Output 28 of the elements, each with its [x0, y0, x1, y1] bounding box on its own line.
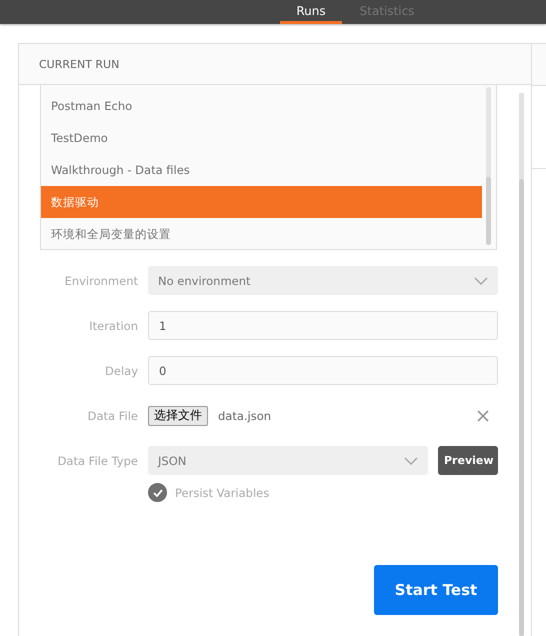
tab[interactable]: Runs — [280, 0, 342, 24]
data-file-type-select[interactable]: JSON — [148, 446, 428, 475]
file-name: data.json — [218, 408, 272, 422]
field-label: Iteration — [88, 318, 138, 332]
checkbox-label: Persist Variables — [175, 486, 270, 500]
collection-item[interactable]: 数据驱动 — [41, 186, 482, 218]
iteration-field[interactable]: 1 — [148, 311, 498, 340]
collection-item[interactable]: 环境和全局变量的设置 — [41, 218, 482, 250]
chevron-down-icon — [404, 456, 418, 464]
close-icon[interactable] — [477, 410, 489, 422]
delay-field[interactable]: 0 — [148, 356, 498, 385]
collection-item[interactable]: TestDemo — [41, 122, 482, 154]
panel-title: CURRENT RUN — [19, 44, 531, 85]
field-label: Delay — [104, 364, 138, 378]
environment-select[interactable]: No environment — [148, 266, 498, 295]
field-label: Environment — [64, 274, 138, 288]
scrollbar[interactable] — [519, 93, 524, 636]
scrollbar[interactable] — [486, 87, 491, 245]
checkmark-icon — [152, 488, 162, 496]
persist-checkbox[interactable] — [148, 483, 167, 502]
preview-button[interactable]: Preview — [438, 446, 498, 475]
collection-item[interactable]: Walkthrough - Data files — [41, 154, 482, 186]
chevron-down-icon — [474, 276, 488, 284]
collection-item[interactable]: Postman Echo — [41, 90, 482, 122]
start-test-button[interactable]: Start Test — [374, 565, 498, 615]
field-label: Data File Type — [56, 454, 138, 468]
field-label: Data File — [86, 408, 138, 422]
choose-file-button[interactable]: 选择文件 — [148, 406, 208, 426]
